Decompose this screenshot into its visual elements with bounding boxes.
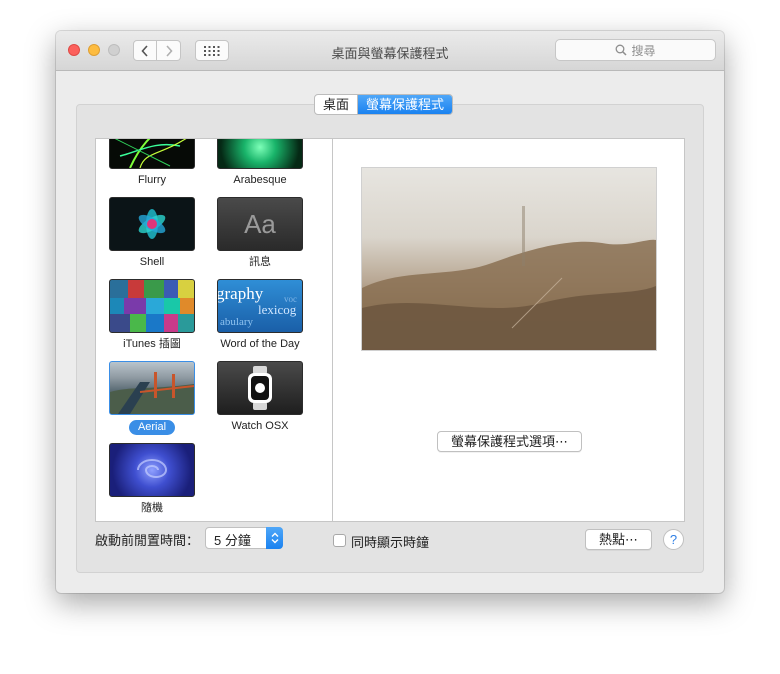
forward-button[interactable] — [157, 40, 181, 61]
idle-time-value: 5 分鐘 — [214, 533, 251, 548]
title-bar: 桌面與螢幕保護程式 搜尋 — [56, 31, 724, 71]
search-icon — [615, 44, 628, 56]
screensaver-item-arabesque[interactable]: Arabesque — [212, 139, 308, 187]
window-title: 桌面與螢幕保護程式 — [331, 46, 449, 61]
screensaver-preview-image — [361, 167, 657, 351]
zoom-window-button[interactable] — [108, 44, 120, 56]
hot-corners-button[interactable]: 熱點⋯ — [585, 529, 652, 550]
show-all-button[interactable] — [195, 40, 229, 61]
word-of-the-day-word-2: lexicog — [258, 302, 297, 317]
idle-time-label: 啟動前閒置時間： — [95, 533, 200, 548]
screensaver-item-flurry[interactable]: Flurry — [104, 139, 200, 187]
screensaver-label: 隨機 — [141, 502, 163, 514]
screensaver-label: Arabesque — [233, 174, 287, 186]
preferences-window: 桌面與螢幕保護程式 搜尋 桌面 螢幕保護程式 Flurry Arabesque … — [56, 31, 724, 593]
show-clock-checkbox[interactable] — [333, 534, 346, 547]
watch-icon — [248, 366, 272, 410]
screensaver-item-shell[interactable]: Shell — [104, 197, 200, 269]
help-button[interactable]: ? — [663, 529, 684, 550]
screensaver-options-button[interactable]: 螢幕保護程式選項⋯ — [437, 431, 582, 452]
word-of-the-day-word-3: abulary — [220, 316, 253, 328]
watch-osx-thumbnail — [217, 361, 303, 415]
back-button[interactable] — [133, 40, 157, 61]
screensaver-list[interactable]: Flurry Arabesque Shell Aa 訊息 iTunes 插圖 g… — [95, 138, 333, 522]
screensaver-label: 訊息 — [249, 256, 271, 268]
flurry-thumbnail — [109, 139, 195, 169]
show-clock-label[interactable]: 同時顯示時鐘 — [351, 532, 429, 551]
screensaver-item-itunes-artwork[interactable]: iTunes 插圖 — [104, 279, 200, 351]
chevron-right-icon — [165, 44, 173, 57]
tab-desktop[interactable]: 桌面 — [315, 95, 357, 114]
itunes-artwork-thumbnail — [109, 279, 195, 333]
message-thumbnail-text: Aa — [244, 208, 276, 239]
screensaver-label: Watch OSX — [231, 420, 289, 432]
minimize-window-button[interactable] — [88, 44, 100, 56]
screensaver-label: Word of the Day — [220, 338, 300, 350]
screensaver-label: iTunes 插圖 — [123, 338, 181, 350]
word-of-the-day-word-1: graphy — [217, 284, 264, 303]
screensaver-item-aerial[interactable]: Aerial — [104, 361, 200, 435]
word-of-the-day-thumbnail: graphy lexicog abulary voc — [217, 279, 303, 333]
word-of-the-day-word-4: voc — [284, 294, 297, 304]
preview-panel: 螢幕保護程式選項⋯ — [332, 138, 685, 522]
screensaver-label: Shell — [139, 256, 165, 268]
screensaver-item-word-of-the-day[interactable]: graphy lexicog abulary voc Word of the D… — [212, 279, 308, 351]
arabesque-thumbnail — [217, 139, 303, 169]
message-thumbnail: Aa — [217, 197, 303, 251]
idle-time-select[interactable]: 5 分鐘 — [205, 527, 283, 549]
search-field[interactable]: 搜尋 — [555, 39, 716, 61]
screensaver-item-message[interactable]: Aa 訊息 — [212, 197, 308, 269]
screensaver-item-random[interactable]: 隨機 — [104, 443, 200, 515]
screensaver-item-watch-osx[interactable]: Watch OSX — [212, 361, 308, 433]
shell-thumbnail — [109, 197, 195, 251]
random-thumbnail — [109, 443, 195, 497]
aerial-thumbnail — [109, 361, 195, 415]
search-placeholder: 搜尋 — [631, 43, 656, 58]
close-window-button[interactable] — [68, 44, 80, 56]
chevron-left-icon — [141, 44, 148, 57]
screensaver-label: Aerial — [128, 420, 176, 435]
grid-icon — [204, 45, 220, 56]
tab-screensaver[interactable]: 螢幕保護程式 — [357, 95, 453, 114]
up-down-arrows-icon — [266, 527, 283, 549]
tab-control: 桌面 螢幕保護程式 — [314, 94, 454, 115]
screensaver-label: Flurry — [137, 174, 167, 186]
